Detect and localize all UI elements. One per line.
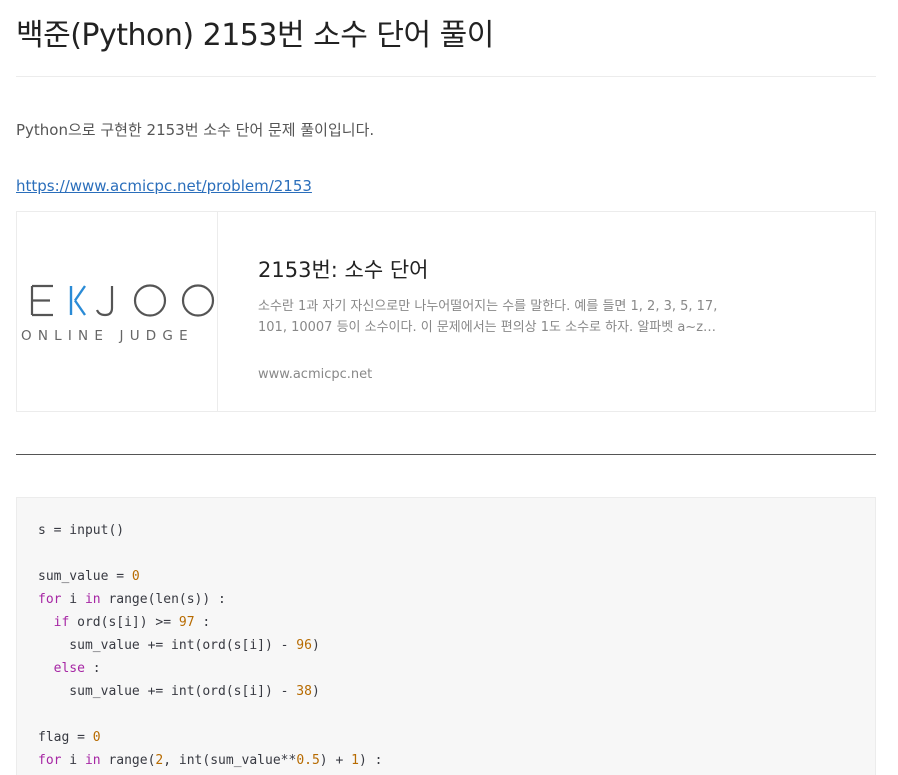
code-text: ) + bbox=[319, 753, 352, 768]
code-text: i bbox=[61, 592, 85, 607]
code-line: for i in range(len(s)) : bbox=[38, 588, 382, 611]
code-number: 1 bbox=[351, 753, 359, 768]
code-text: : bbox=[194, 615, 211, 630]
page-title: 백준(Python) 2153번 소수 단어 풀이 bbox=[16, 18, 494, 53]
code-number: 0 bbox=[92, 730, 101, 745]
code-text: ) bbox=[311, 684, 320, 699]
link-preview-description: 소수란 1과 자기 자신으로만 나누어떨어지는 수를 말한다. 예를 들면 1,… bbox=[258, 299, 718, 335]
code-keyword: if bbox=[53, 615, 70, 630]
logo-subtitle: ONLINE JUDGE bbox=[21, 328, 194, 344]
code-text: i bbox=[61, 753, 85, 768]
link-preview-host: www.acmicpc.net bbox=[258, 367, 373, 382]
code-keyword: in bbox=[84, 592, 101, 607]
code-text: ) : bbox=[358, 753, 383, 768]
code-number: 38 bbox=[296, 684, 312, 699]
section-divider bbox=[16, 454, 876, 455]
code-text: sum_value += int(ord(s[i]) - bbox=[38, 684, 297, 699]
code-lines: s = input() sum_value = 0 for i in range(… bbox=[38, 519, 382, 772]
code-keyword: in bbox=[84, 753, 101, 768]
link-preview-thumbnail: ONLINE JUDGE bbox=[17, 212, 218, 411]
code-text: range(len(s)) : bbox=[100, 592, 226, 607]
logo-letter-o1 bbox=[133, 284, 167, 317]
code-keyword: for bbox=[38, 753, 62, 768]
code-text: sum_value += int(ord(s[i]) - bbox=[38, 638, 297, 653]
logo-letter-k bbox=[69, 285, 86, 316]
link-preview-card[interactable]: ONLINE JUDGE 2153번: 소수 단어 소수란 1과 자기 자신으로… bbox=[16, 211, 876, 412]
link-preview-title: 2153번: 소수 단어 bbox=[258, 258, 429, 282]
code-keyword: for bbox=[38, 592, 62, 607]
code-text: , int(sum_value** bbox=[163, 753, 297, 768]
code-number: 0.5 bbox=[296, 753, 320, 768]
logo-letter-j bbox=[95, 286, 114, 317]
code-text: sum_value = bbox=[38, 569, 132, 584]
problem-link[interactable]: https://www.acmicpc.net/problem/2153 bbox=[16, 177, 312, 195]
code-text: : bbox=[84, 661, 101, 676]
code-line: sum_value += int(ord(s[i]) - 96) bbox=[38, 634, 382, 657]
title-divider bbox=[16, 76, 876, 77]
code-line: sum_value += int(ord(s[i]) - 38) bbox=[38, 680, 382, 703]
code-line: for i in range(2, int(sum_value**0.5) + … bbox=[38, 749, 382, 772]
logo-letter-e bbox=[30, 284, 53, 317]
logo-letter-o2 bbox=[181, 284, 215, 317]
code-line: sum_value = 0 bbox=[38, 565, 382, 588]
code-line: flag = 0 bbox=[38, 726, 382, 749]
code-line: if ord(s[i]) >= 97 : bbox=[38, 611, 382, 634]
code-text: s = input() bbox=[38, 523, 125, 538]
code-number: 96 bbox=[296, 638, 312, 653]
code-text: ord(s[i]) >= bbox=[69, 615, 179, 630]
baekjoon-logo: ONLINE JUDGE bbox=[21, 284, 215, 344]
code-keyword: else bbox=[53, 661, 85, 676]
code-text: ) bbox=[311, 638, 320, 653]
code-block: s = input() sum_value = 0 for i in range(… bbox=[16, 497, 876, 775]
intro-text: Python으로 구현한 2153번 소수 단어 문제 풀이입니다. bbox=[16, 121, 375, 139]
code-line: else : bbox=[38, 657, 382, 680]
code-line: s = input() bbox=[38, 519, 382, 542]
code-text: range( bbox=[100, 753, 156, 768]
code-number: 0 bbox=[131, 569, 140, 584]
code-text: flag = bbox=[38, 730, 93, 745]
code-number: 97 bbox=[178, 615, 195, 630]
